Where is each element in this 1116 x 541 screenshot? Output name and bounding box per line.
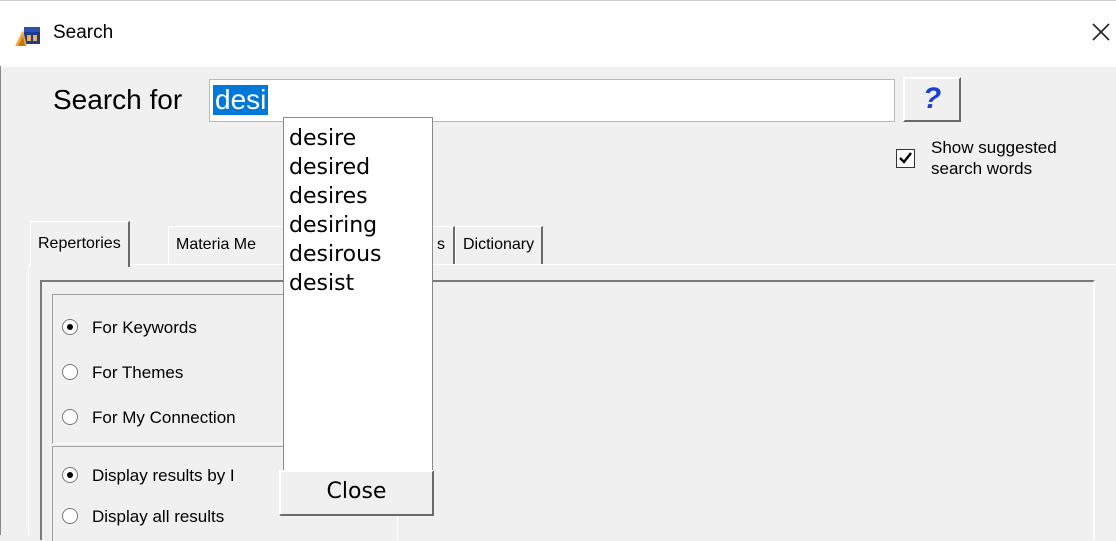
radio-for-themes[interactable]: For Themes xyxy=(62,363,183,383)
window-border xyxy=(0,66,1,535)
suggestion-item[interactable]: desirous xyxy=(284,240,432,269)
checkmark-icon xyxy=(899,152,912,164)
radio-label: Display all results xyxy=(92,507,225,526)
search-input-value: desi xyxy=(213,84,269,115)
search-input[interactable]: desi xyxy=(209,79,895,122)
suggestion-item[interactable]: desire xyxy=(284,124,432,153)
show-suggested-line-2: search words xyxy=(931,159,1033,178)
suggestion-item[interactable]: desist xyxy=(284,269,432,298)
radio-label: For My Connection xyxy=(92,408,236,427)
radio-icon xyxy=(62,318,78,335)
remedy-app-icon xyxy=(14,23,42,47)
tab-repertories[interactable]: Repertories xyxy=(30,221,130,267)
suggestion-list[interactable]: desire desired desires desiring desirous… xyxy=(283,117,433,473)
suggestion-item[interactable]: desires xyxy=(284,182,432,211)
radio-display-results-by[interactable]: Display results by I xyxy=(62,466,235,486)
radio-label: For Keywords xyxy=(92,318,197,337)
radio-icon xyxy=(62,363,78,380)
radio-label: Display results by I xyxy=(92,466,235,485)
title-bar: Search xyxy=(0,0,1116,67)
radio-for-my-connection[interactable]: For My Connection xyxy=(62,408,236,428)
close-icon[interactable] xyxy=(1090,21,1112,43)
radio-icon xyxy=(62,507,78,524)
show-suggested-checkbox[interactable] xyxy=(896,149,915,168)
search-label: Search for xyxy=(53,84,183,115)
window-title: Search xyxy=(53,22,114,43)
suggestion-item[interactable]: desiring xyxy=(284,211,432,240)
tab-partial[interactable]: s xyxy=(430,226,455,265)
radio-for-keywords[interactable]: For Keywords xyxy=(62,318,197,338)
radio-display-all-results[interactable]: Display all results xyxy=(62,507,224,527)
radio-label: For Themes xyxy=(92,363,184,382)
show-suggested-label: Show suggested search words xyxy=(931,137,1111,179)
radio-icon xyxy=(62,466,78,483)
suggestion-close-button[interactable]: Close xyxy=(279,470,434,516)
radio-icon xyxy=(62,408,78,425)
tab-materia-medica[interactable]: Materia Me xyxy=(168,226,286,265)
help-button[interactable]: ? xyxy=(903,77,961,122)
tab-dictionary[interactable]: Dictionary xyxy=(455,226,544,265)
suggestion-item[interactable]: desired xyxy=(284,153,432,182)
show-suggested-line-1: Show suggested xyxy=(931,138,1057,157)
